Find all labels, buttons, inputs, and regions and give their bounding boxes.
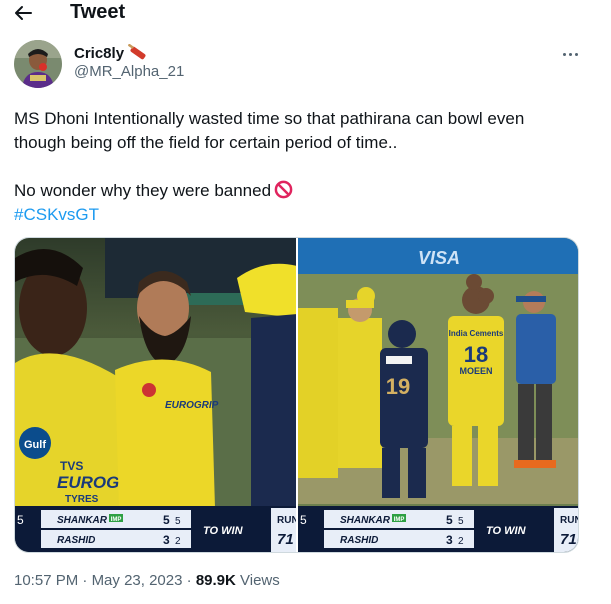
moeen-jersey-name: MOEEN <box>459 366 492 376</box>
tweet-time[interactable]: 10:57 PM <box>14 572 78 589</box>
tweet-line-2: though being off the field for certain p… <box>14 133 398 152</box>
meta-separator: · <box>82 572 88 589</box>
svg-text:VISA: VISA <box>418 248 460 268</box>
tweet-line-3: No wonder why they were banned <box>14 181 272 200</box>
hashtag-link[interactable]: #CSKvsGT <box>14 203 99 227</box>
right-score-player1: SHANKAR <box>340 515 391 526</box>
arrow-left-icon <box>15 6 32 20</box>
svg-text:TYRES: TYRES <box>65 494 99 505</box>
meta-separator-2: · <box>186 572 192 589</box>
more-dot <box>574 52 578 56</box>
right-edge-num: 5 <box>300 513 307 527</box>
right-p1-balls: 5 <box>458 516 464 527</box>
left-p1-balls: 5 <box>175 516 181 527</box>
page-title: Tweet <box>70 1 126 23</box>
left-p1-val: 5 <box>163 513 170 527</box>
left-runs-val: 71 <box>277 531 294 548</box>
right-imp-badge: IMP <box>393 517 404 523</box>
views-count: 89.9K <box>195 572 236 589</box>
author-handle[interactable]: @MR_Alpha_21 <box>74 63 184 81</box>
tweet-line-3-wrap: No wonder why they were banned <box>14 179 584 203</box>
gt-jersey-number: 19 <box>385 374 409 399</box>
right-p2-val: 3 <box>446 533 453 547</box>
svg-text:EUROGRIP: EUROGRIP <box>165 400 219 411</box>
tweet-meta: 10:57 PM · May 23, 2023 · 89.9K Views <box>14 571 280 591</box>
media-photo-left[interactable]: Gulf TVS EUROGRI TYRES EUROGRIP 5 SHANKA… <box>15 238 296 552</box>
right-p2-balls: 2 <box>458 536 464 547</box>
right-to-win: TO WIN <box>486 525 527 537</box>
moeen-jersey-number: 18 <box>463 342 487 367</box>
tweet-hashtag-line: #CSKvsGT <box>14 203 584 227</box>
back-button[interactable] <box>10 1 38 25</box>
tweet-date[interactable]: May 23, 2023 <box>92 572 183 589</box>
left-chest-text: TVS <box>60 459 83 473</box>
left-p2-balls: 2 <box>175 536 181 547</box>
media-photo-right[interactable]: VISA 19 India Cements 18 MOEEN 5 SHANKAR… <box>297 238 579 552</box>
more-dot <box>568 52 572 56</box>
cricket-bat-icon <box>128 44 146 60</box>
avatar-image <box>14 40 62 88</box>
right-runs-label: RUN <box>560 515 579 526</box>
avatar[interactable] <box>14 40 62 88</box>
top-bar: Tweet <box>0 0 611 26</box>
right-p1-val: 5 <box>446 513 453 527</box>
right-runs-val: 71 <box>560 531 577 548</box>
more-options-button[interactable] <box>556 46 584 62</box>
right-score-player2: RASHID <box>340 535 378 546</box>
svg-text:India Cements: India Cements <box>448 329 503 338</box>
tweet-text: MS Dhoni Intentionally wasted time so th… <box>14 107 584 227</box>
left-score-player1: SHANKAR <box>57 515 108 526</box>
photo-right-scene: VISA 19 India Cements 18 MOEEN 5 SHANKAR… <box>297 238 579 552</box>
left-p2-val: 3 <box>163 533 170 547</box>
left-to-win: TO WIN <box>203 525 244 537</box>
photo-left-scene: Gulf TVS EUROGRI TYRES EUROGRIP 5 SHANKA… <box>15 238 296 552</box>
left-runs-label: RUN <box>277 515 296 526</box>
views-label: Views <box>240 572 280 589</box>
csk-player-left <box>297 298 382 478</box>
tweet-media: Gulf TVS EUROGRI TYRES EUROGRIP 5 SHANKA… <box>14 237 579 553</box>
left-imp-badge: IMP <box>111 517 122 523</box>
tweet-line-1: MS Dhoni Intentionally wasted time so th… <box>14 109 525 128</box>
svg-text:Gulf: Gulf <box>24 439 46 451</box>
author-display-name[interactable]: Cric8ly <box>74 45 124 63</box>
left-score-player2: RASHID <box>57 535 95 546</box>
more-dots-icon <box>562 52 566 56</box>
prohibited-icon <box>274 180 293 199</box>
author-name-row[interactable]: Cric8ly <box>74 44 151 64</box>
left-edge-num: 5 <box>17 513 24 527</box>
